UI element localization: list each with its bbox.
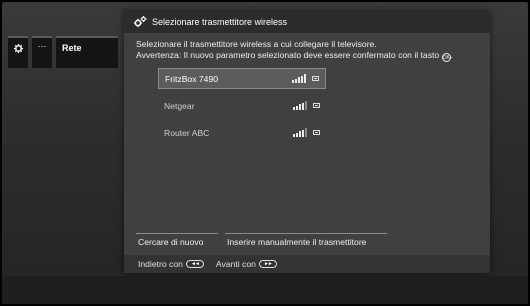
secured-network-icon: [312, 76, 319, 81]
menu-network-label: Rete: [62, 43, 82, 53]
background-menu: ··· Rete: [8, 36, 118, 68]
message-line-2-text: Avvertenza: Il nuovo parametro seleziona…: [136, 50, 440, 60]
tv-frame: ··· Rete Selezionare trasmettitore wirel…: [0, 0, 530, 306]
fast-forward-key-icon: ►►: [258, 260, 277, 268]
rewind-key-icon: ◄◄: [185, 260, 204, 268]
search-again-button[interactable]: Cercare di nuovo: [136, 233, 218, 247]
gear-icon: [13, 44, 23, 55]
secured-network-icon: [313, 130, 320, 135]
network-item[interactable]: Router ABC: [158, 122, 326, 143]
more-icon: ···: [37, 41, 47, 51]
dialog-title-bar: Selezionare trasmettitore wireless: [124, 11, 490, 33]
dialog-title: Selezionare trasmettitore wireless: [152, 17, 288, 27]
network-list: FritzBox 7490 Netgear Router ABC: [158, 68, 326, 149]
dialog-message: Selezionare il trasmettitore wireless a …: [136, 39, 486, 62]
wireless-dialog: Selezionare trasmettitore wireless Selez…: [124, 11, 490, 273]
message-line-1: Selezionare il trasmettitore wireless a …: [136, 39, 377, 49]
network-name: Router ABC: [164, 127, 210, 138]
menu-settings-tile[interactable]: [8, 36, 28, 68]
secured-network-icon: [313, 103, 320, 108]
network-name: Netgear: [164, 100, 195, 111]
dialog-footer: Indietro con ◄◄ Avanti con ►►: [124, 255, 490, 273]
ok-key-icon: OK: [441, 53, 451, 62]
signal-strength-icon: [293, 128, 307, 137]
manual-entry-button[interactable]: Inserire manualmente il trasmettitore: [225, 233, 387, 247]
signal-strength-icon: [293, 101, 307, 110]
network-item[interactable]: FritzBox 7490: [158, 68, 326, 89]
menu-more-tile[interactable]: ···: [32, 36, 52, 68]
gear-icon: [133, 16, 147, 28]
forward-label: Avanti con: [215, 259, 256, 269]
dialog-actions: Cercare di nuovo Inserire manualmente il…: [136, 233, 387, 247]
forward-hint[interactable]: Avanti con ►►: [216, 259, 277, 269]
back-label: Indietro con: [138, 259, 183, 269]
network-item[interactable]: Netgear: [158, 95, 326, 116]
message-line-2: Avvertenza: Il nuovo parametro seleziona…: [136, 50, 453, 62]
screen-bottom-bar: [2, 276, 528, 304]
back-hint[interactable]: Indietro con ◄◄: [138, 259, 204, 269]
menu-network-tile[interactable]: Rete: [56, 36, 118, 68]
signal-strength-icon: [292, 74, 306, 83]
network-name: FritzBox 7490: [165, 73, 219, 84]
